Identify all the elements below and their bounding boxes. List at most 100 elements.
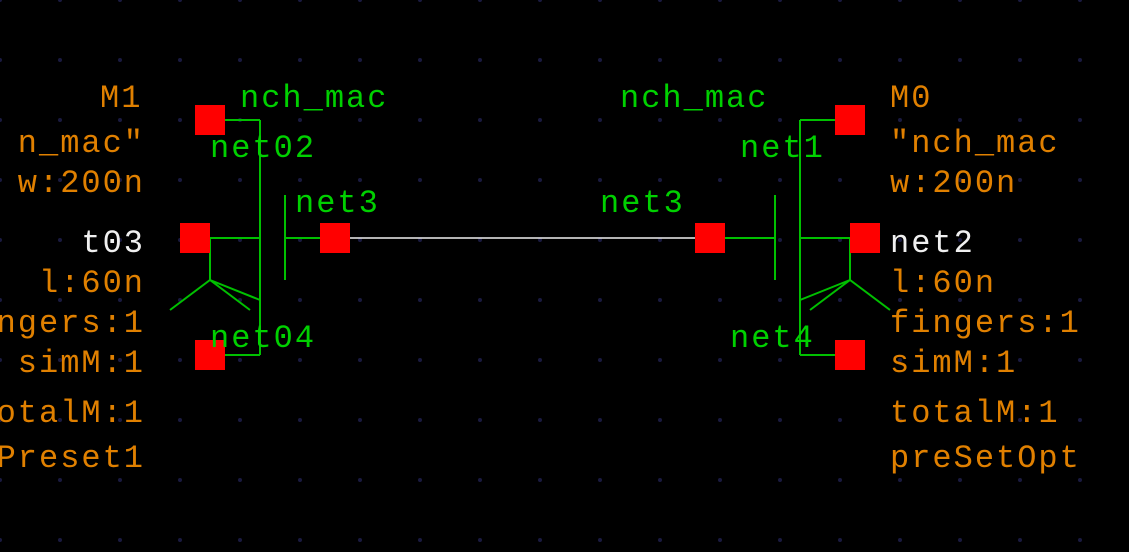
grid-dot [718, 478, 722, 482]
grid-dot [0, 118, 2, 122]
grid-dot [718, 358, 722, 362]
m1-fingers: ingers:1 [0, 305, 145, 342]
grid-dot [658, 118, 662, 122]
grid-dot [118, 118, 122, 122]
m1-gate-left-label: t03 [0, 225, 145, 262]
grid-dot [718, 418, 722, 422]
grid-dot [1078, 58, 1082, 62]
grid-dot [658, 538, 662, 542]
grid-dot [598, 418, 602, 422]
m1-ref: M1 [100, 80, 142, 117]
grid-dot [478, 178, 482, 182]
grid-dot [598, 238, 602, 242]
grid-dot [778, 478, 782, 482]
schematic-canvas[interactable]: // grid rendered post-script below [0, 0, 1129, 552]
grid-dot [658, 418, 662, 422]
grid-dot [358, 298, 362, 302]
grid-dot [1018, 298, 1022, 302]
grid-dot [1018, 0, 1022, 2]
grid-dot [118, 538, 122, 542]
grid-dot [178, 0, 182, 2]
grid-dot [538, 358, 542, 362]
grid-dot [538, 238, 542, 242]
grid-dot [238, 178, 242, 182]
grid-dot [718, 298, 722, 302]
grid-dot [778, 118, 782, 122]
grid-dot [358, 418, 362, 422]
grid-dot [658, 238, 662, 242]
pin-m1-gate[interactable] [320, 223, 350, 253]
grid-dot [358, 58, 362, 62]
grid-dot [598, 478, 602, 482]
grid-dot [778, 538, 782, 542]
grid-dot [418, 0, 422, 2]
grid-dot [598, 58, 602, 62]
grid-dot [178, 538, 182, 542]
grid-dot [0, 58, 2, 62]
grid-dot [418, 418, 422, 422]
grid-dot [418, 358, 422, 362]
grid-dot [358, 538, 362, 542]
grid-dot [1078, 358, 1082, 362]
grid-dot [838, 538, 842, 542]
grid-dot [298, 118, 302, 122]
m0-net-source: net4 [730, 320, 815, 357]
grid-dot [538, 478, 542, 482]
m0-net-drain: net1 [740, 130, 825, 167]
grid-dot [298, 418, 302, 422]
grid-dot [238, 118, 242, 122]
grid-dot [898, 118, 902, 122]
m0-simm: simM:1 [890, 345, 1017, 382]
grid-dot [598, 118, 602, 122]
grid-dot [238, 58, 242, 62]
grid-dot [298, 178, 302, 182]
grid-dot [538, 58, 542, 62]
m1-l: l:60n [0, 265, 145, 302]
m0-l: l:60n [890, 265, 996, 302]
pin-m0-drain[interactable] [835, 105, 865, 135]
grid-dot [658, 178, 662, 182]
grid-dot [778, 58, 782, 62]
grid-dot [1078, 478, 1082, 482]
grid-dot [1018, 58, 1022, 62]
m0-ref: M0 [890, 80, 932, 117]
grid-dot [238, 0, 242, 2]
grid-dot [1078, 298, 1082, 302]
m1-preset: Preset1 [0, 440, 145, 477]
m0-preset: preSetOpt [890, 440, 1081, 477]
grid-dot [598, 178, 602, 182]
grid-dot [478, 418, 482, 422]
grid-dot [778, 418, 782, 422]
grid-dot [778, 238, 782, 242]
grid-dot [778, 0, 782, 2]
grid-dot [538, 0, 542, 2]
grid-dot [1078, 0, 1082, 2]
grid-dot [118, 478, 122, 482]
grid-dot [298, 58, 302, 62]
grid-dot [298, 478, 302, 482]
grid-dot [898, 538, 902, 542]
grid-dot [838, 0, 842, 2]
pin-m0-gate[interactable] [695, 223, 725, 253]
grid-dot [478, 238, 482, 242]
grid-dot [838, 418, 842, 422]
m0-fingers: fingers:1 [890, 305, 1081, 342]
grid-dot [298, 538, 302, 542]
grid-dot [958, 538, 962, 542]
pin-m0-source[interactable] [835, 340, 865, 370]
m1-model: n_mac" [0, 125, 145, 162]
grid-dot [958, 478, 962, 482]
grid-dot [118, 0, 122, 2]
grid-dot [478, 358, 482, 362]
grid-dot [238, 538, 242, 542]
pin-m0-body[interactable] [850, 223, 880, 253]
grid-dot [538, 418, 542, 422]
grid-dot [58, 478, 62, 482]
grid-dot [838, 298, 842, 302]
grid-dot [298, 298, 302, 302]
grid-dot [418, 178, 422, 182]
m1-net-source: net04 [210, 320, 316, 357]
grid-dot [838, 478, 842, 482]
grid-dot [478, 58, 482, 62]
pin-m1-body[interactable] [180, 223, 210, 253]
